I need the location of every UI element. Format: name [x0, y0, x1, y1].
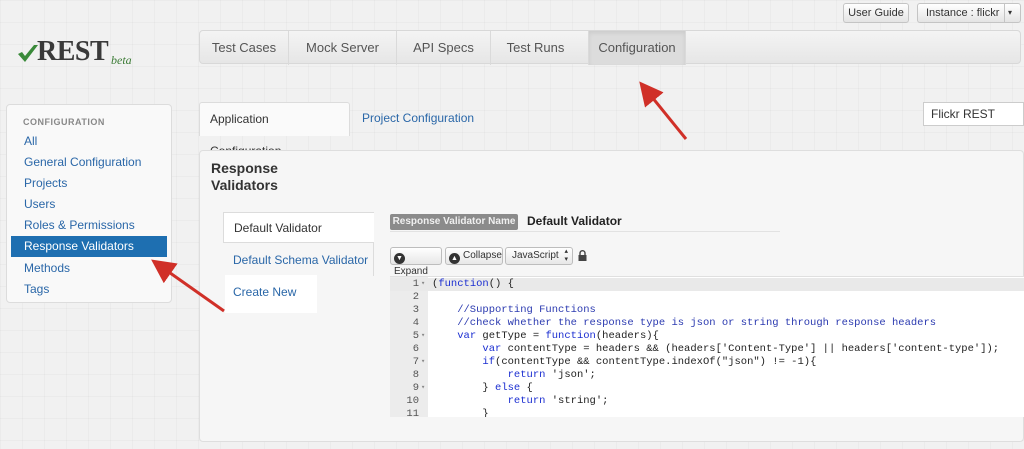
code-line: 2 — [390, 291, 1024, 304]
line-number: 8 — [412, 369, 419, 381]
fold-arrow-icon[interactable]: ▾ — [421, 278, 425, 291]
line-number: 10 — [406, 395, 419, 407]
code-text: //Supporting Functions — [432, 304, 596, 316]
select-arrows-icon: ▴ ▾ — [564, 248, 568, 263]
collapse-button[interactable]: ▲ Collapse — [445, 247, 503, 265]
code-line: 10 return 'string'; — [390, 395, 1024, 408]
code-text: var getType = function(headers){ — [457, 330, 659, 342]
vtab-divider — [373, 243, 374, 276]
sidebar-item-users[interactable]: Users — [11, 194, 167, 215]
fold-arrow-icon[interactable]: ▾ — [421, 382, 425, 395]
tab-application-configuration[interactable]: Application Configuration — [199, 102, 350, 158]
sidebar-item-response-validators[interactable]: Response Validators — [11, 236, 167, 257]
line-number: 3 — [412, 304, 419, 316]
instance-divider — [1004, 4, 1005, 22]
line-number: 4 — [412, 317, 419, 329]
code-line: 4 //check whether the response type is j… — [390, 317, 1024, 330]
line-number: 9 — [412, 382, 419, 394]
code-line: 9 ▾ } else { — [390, 382, 1024, 395]
user-guide-button[interactable]: User Guide — [843, 3, 909, 23]
arrow-up-icon: ▲ — [449, 253, 460, 264]
line-number: 5 — [412, 330, 419, 342]
tab-default-schema-validator[interactable]: Default Schema Validator — [223, 252, 374, 268]
code-text: } else { — [432, 382, 533, 394]
instance-button[interactable]: Instance : flickr ▾ — [917, 3, 1021, 23]
sidebar-item-all[interactable]: All — [11, 131, 167, 152]
logo-beta: beta — [111, 53, 132, 67]
code-line: 1 ▾ (function() { — [390, 278, 1024, 291]
tab-default-validator[interactable]: Default Validator — [223, 212, 374, 243]
sidebar-header: CONFIGURATION — [23, 117, 105, 127]
line-number: 7 — [412, 356, 419, 368]
code-text: return 'json'; — [507, 369, 596, 381]
code-text: //check whether the response type is jso… — [432, 317, 937, 329]
collapse-label: Collapse — [463, 250, 502, 261]
create-new-link[interactable]: Create New — [225, 275, 317, 313]
code-line: 6 var contentType = headers && (headers[… — [390, 343, 1024, 356]
sidebar-item-projects[interactable]: Projects — [11, 173, 167, 194]
tab-test-runs[interactable]: Test Runs — [491, 31, 580, 65]
tab-api-specs[interactable]: API Specs — [397, 31, 490, 65]
expand-button[interactable]: ▼Expand — [390, 247, 442, 277]
name-underline — [390, 231, 780, 232]
sidebar-item-tags[interactable]: Tags — [11, 279, 167, 300]
code-text: } — [432, 408, 489, 417]
validator-name-value[interactable]: Default Validator — [527, 214, 622, 228]
checkmark-icon — [18, 45, 38, 62]
line-number: 1 — [412, 278, 419, 290]
line-number: 11 — [406, 408, 419, 417]
code-line: 7 ▾ if(contentType && contentType.indexOf… — [390, 356, 1024, 369]
arrow-down-icon: ▼ — [394, 253, 405, 264]
line-number: 6 — [412, 343, 419, 355]
code-text: (function() { — [432, 278, 514, 290]
sidebar-item-roles-permissions[interactable]: Roles & Permissions — [11, 215, 167, 236]
code-editor[interactable]: 1 ▾ (function() { 2 3 //Supporting Functio… — [390, 276, 1024, 417]
code-text: var contentType = headers && (headers['C… — [482, 343, 1000, 355]
fold-arrow-icon[interactable]: ▾ — [421, 356, 425, 369]
code-line: 3 //Supporting Functions — [390, 304, 1024, 317]
code-text: if(contentType && contentType.indexOf("j… — [482, 356, 817, 368]
caret-down-icon[interactable]: ▾ — [1008, 4, 1012, 22]
sidebar: CONFIGURATION All General Configuration … — [6, 104, 172, 303]
lock-icon[interactable] — [578, 250, 587, 261]
code-line: 5 ▾ var getType = function(headers){ — [390, 330, 1024, 343]
tab-project-configuration[interactable]: Project Configuration — [352, 102, 484, 136]
logo-name: REST — [37, 36, 109, 67]
instance-label: Instance : flickr — [926, 7, 1000, 19]
page-title: Response Validators — [211, 160, 278, 193]
main-nav: Test Cases Mock Server API Specs Test Ru… — [199, 30, 1021, 65]
sidebar-item-general-configuration[interactable]: General Configuration — [11, 152, 167, 173]
code-line: 11 } — [390, 408, 1024, 417]
line-number: 2 — [412, 291, 419, 303]
code-text: return 'string'; — [507, 395, 609, 407]
sidebar-item-methods[interactable]: Methods — [11, 258, 167, 279]
tab-mock-server[interactable]: Mock Server — [289, 31, 396, 65]
arrow-to-configuration — [639, 81, 688, 140]
project-select[interactable]: Flickr REST — [923, 102, 1024, 126]
language-label: JavaScript — [512, 250, 559, 261]
nav-divider — [685, 31, 686, 65]
validator-name-label: Response Validator Name — [390, 214, 518, 230]
code-line: 8 return 'json'; — [390, 369, 1024, 382]
tab-configuration[interactable]: Configuration — [589, 31, 685, 65]
language-select[interactable]: JavaScript ▴ ▾ — [505, 247, 573, 265]
fold-arrow-icon[interactable]: ▾ — [421, 330, 425, 343]
tab-test-cases[interactable]: Test Cases — [200, 31, 288, 65]
